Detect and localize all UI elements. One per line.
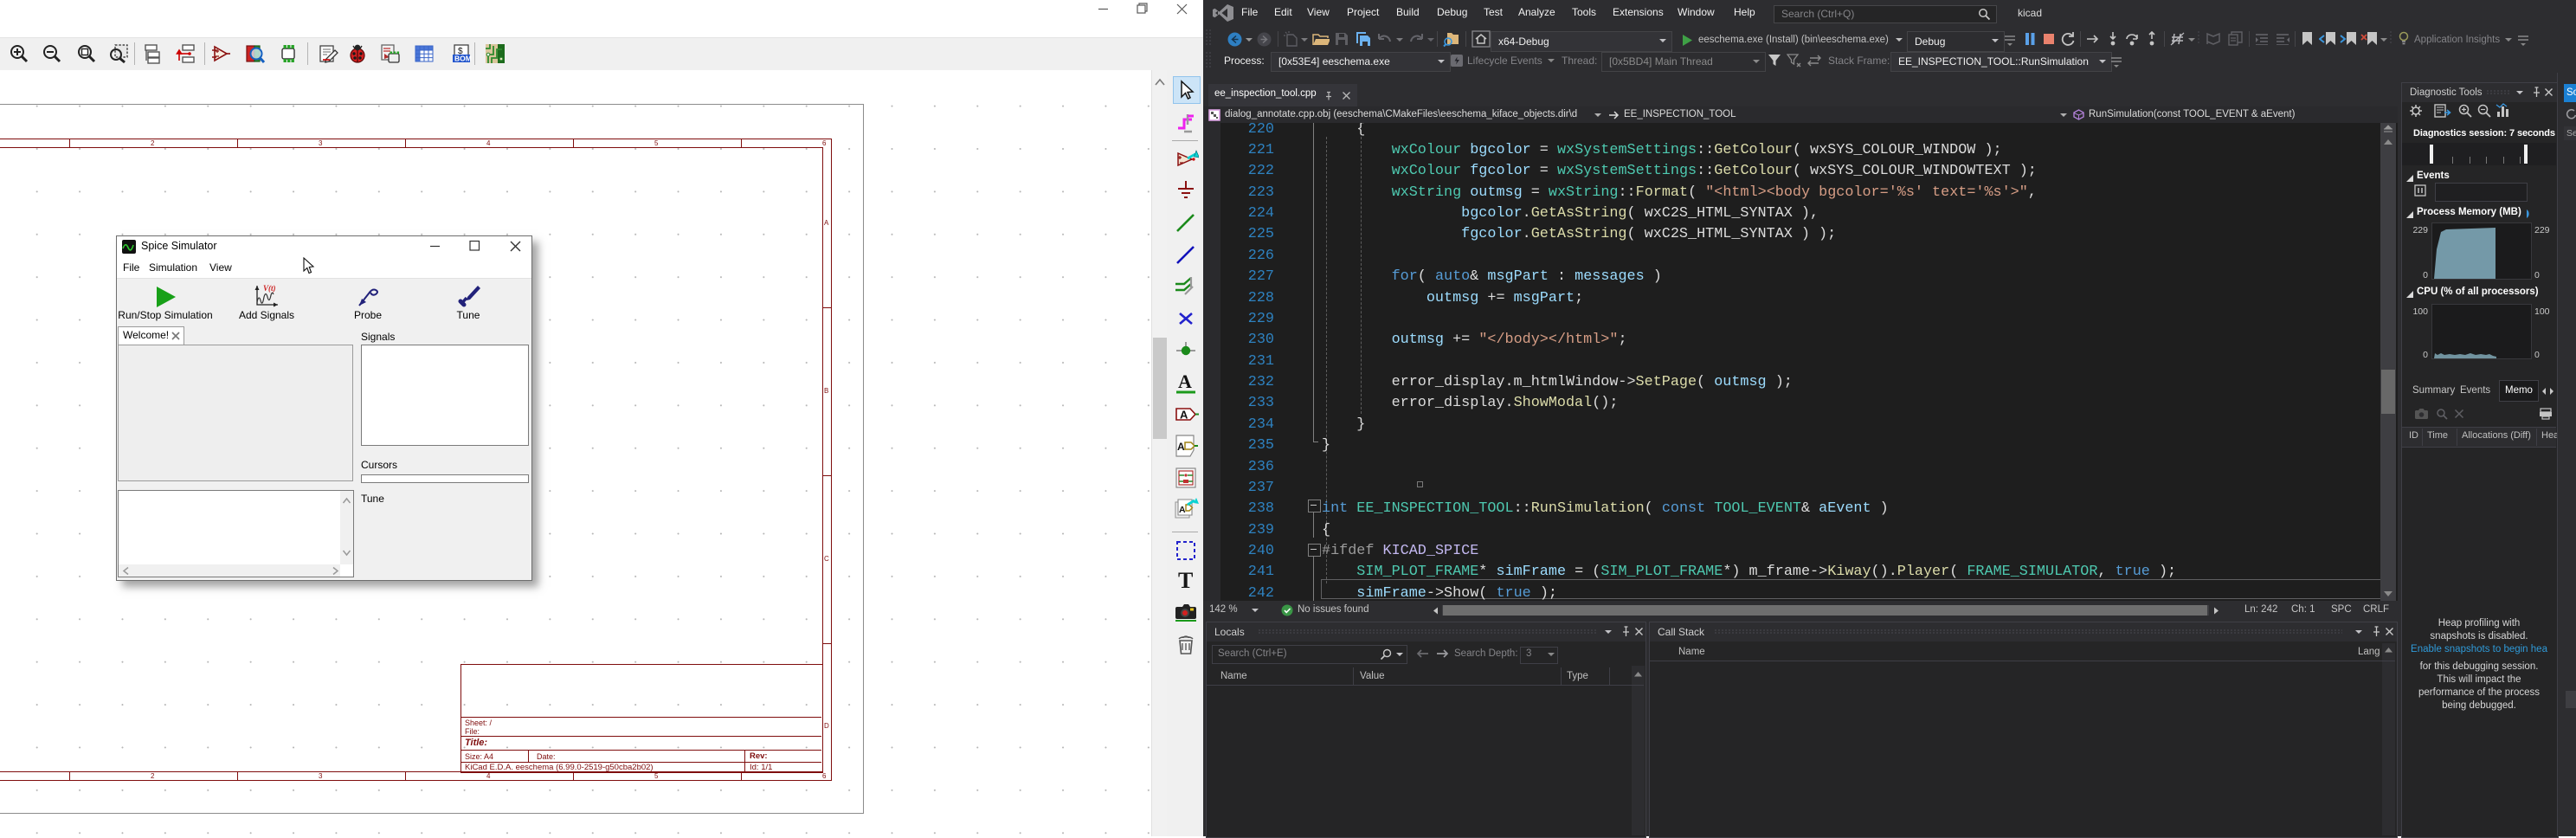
svg-text:A: A	[1177, 441, 1185, 453]
svg-text:BOM: BOM	[454, 55, 472, 63]
svg-text:T: T	[1178, 568, 1193, 593]
svg-text:A: A	[1179, 505, 1186, 515]
svg-text:A: A	[1180, 409, 1188, 422]
svg-text:A: A	[1178, 371, 1192, 392]
svg-text:V(t): V(t)	[263, 284, 276, 293]
